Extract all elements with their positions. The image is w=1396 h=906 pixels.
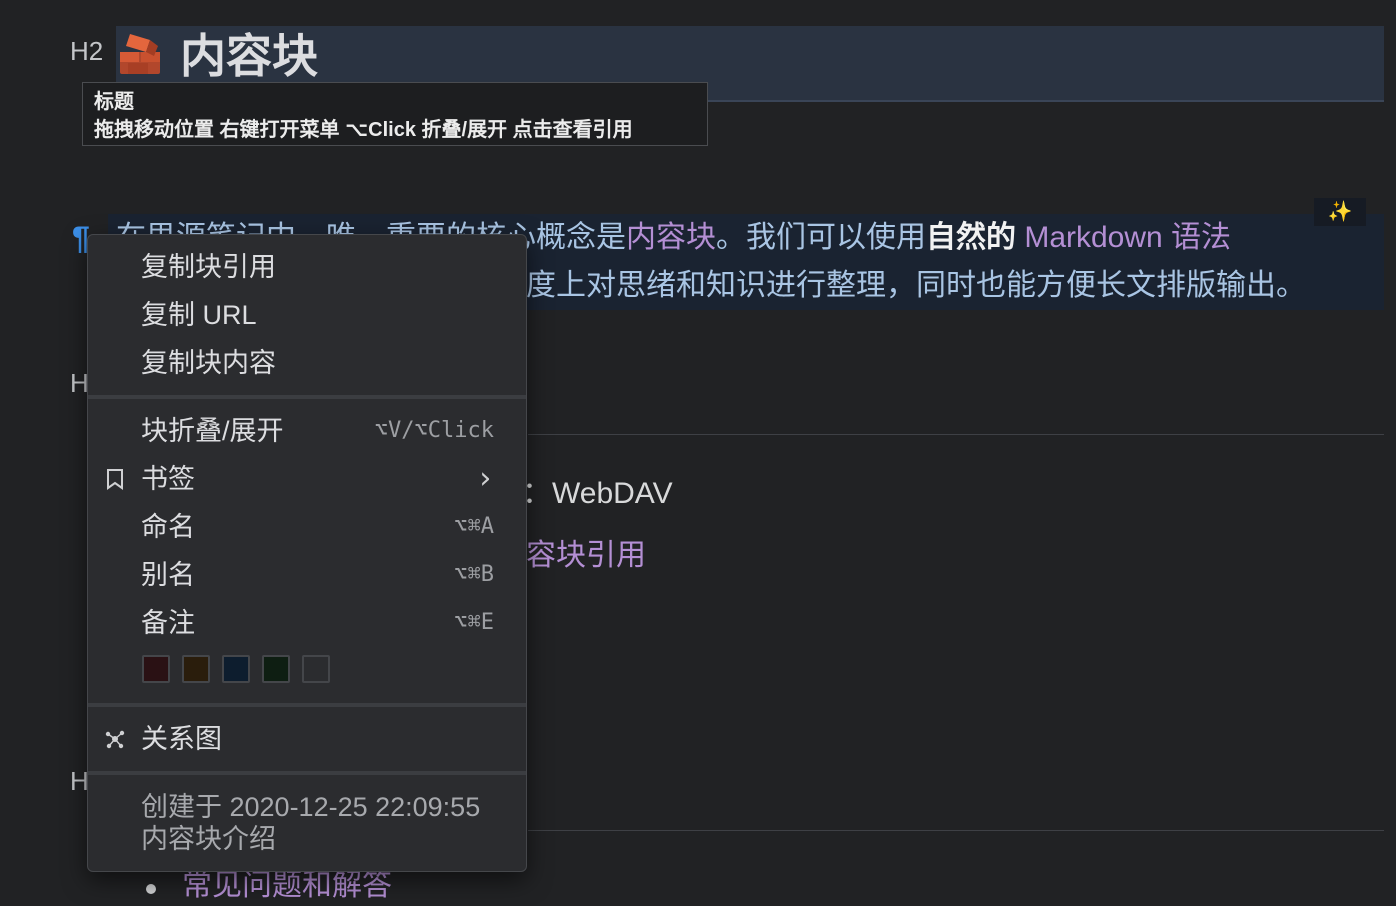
color-swatch-green[interactable] — [262, 655, 290, 683]
heading-marker[interactable]: H — [70, 768, 89, 794]
webdav-text: WebDAV — [552, 477, 673, 510]
menu-item-label: 命名 — [141, 512, 195, 542]
menu-separator — [88, 771, 526, 775]
sparkle-icon[interactable]: ✨ — [1314, 198, 1366, 226]
color-swatch-none[interactable] — [302, 655, 330, 683]
webdav-line: ：WebDAV — [522, 474, 673, 514]
bricks-icon — [120, 34, 160, 74]
page-title: 内容块 — [180, 30, 318, 82]
heading-marker-label: H2 — [70, 36, 104, 66]
menu-item-rename[interactable]: 命名 ⌥⌘A — [88, 503, 526, 551]
block-tooltip: 标题 拖拽移动位置 右键打开菜单 ⌥Click 折叠/展开 点击查看引用 — [82, 82, 708, 146]
heading-divider — [528, 434, 1384, 435]
color-swatch-red[interactable] — [142, 655, 170, 683]
bookmark-icon — [107, 469, 123, 490]
block-context-menu: 复制块引用 复制 URL 复制块内容 块折叠/展开 ⌥V/⌥Click 书签 ›… — [87, 234, 527, 872]
menu-separator — [88, 395, 526, 399]
menu-item-shortcut: ⌥⌘A — [454, 514, 494, 539]
menu-separator — [88, 703, 526, 707]
chevron-right-icon: › — [475, 461, 494, 496]
block-meta-info: 创建于 2020-12-25 22:09:55 内容块介绍 — [141, 791, 480, 855]
menu-item-copy-content[interactable]: 复制块内容 — [88, 339, 526, 387]
menu-item-label: 复制块引用 — [141, 252, 276, 282]
list-bullet[interactable] — [146, 884, 156, 894]
menu-item-shortcut: ⌥⌘B — [454, 562, 494, 587]
heading-divider — [528, 830, 1384, 831]
heading-marker[interactable]: H — [70, 370, 89, 396]
menu-item-graph[interactable]: 关系图 — [88, 715, 526, 763]
graph-icon — [105, 730, 125, 749]
menu-item-alias[interactable]: 别名 ⌥⌘B — [88, 551, 526, 599]
menu-item-label: 关系图 — [141, 724, 222, 754]
menu-item-label: 块折叠/展开 — [141, 416, 284, 446]
menu-item-memo[interactable]: 备注 ⌥⌘E — [88, 599, 526, 647]
paragraph-line-2: 度上对思绪和知识进行整理，同时也能方便长文排版输出。 — [526, 269, 1306, 302]
color-swatch-blue[interactable] — [222, 655, 250, 683]
tooltip-hint: 拖拽移动位置 右键打开菜单 ⌥Click 折叠/展开 点击查看引用 — [94, 119, 633, 141]
color-swatch-orange[interactable] — [182, 655, 210, 683]
bold-text: 自然的 — [926, 221, 1016, 254]
faq-link[interactable]: 常见问题和解答 — [182, 866, 392, 906]
content-block-link[interactable]: 内容块 — [626, 221, 716, 254]
menu-item-label: 复制块内容 — [141, 348, 276, 378]
menu-item-bookmark[interactable]: 书签 › — [88, 455, 526, 503]
markdown-syntax-link[interactable]: Markdown 语法 — [1016, 221, 1231, 254]
menu-item-copy-block-ref[interactable]: 复制块引用 — [88, 243, 526, 291]
block-ref-link[interactable]: 容块引用 — [526, 536, 646, 576]
menu-item-label: 别名 — [141, 560, 195, 590]
menu-item-copy-url[interactable]: 复制 URL — [88, 291, 526, 339]
block-memo-text: 内容块介绍 — [141, 824, 276, 854]
menu-item-shortcut: ⌥V/⌥Click — [374, 418, 494, 443]
created-timestamp: 创建于 2020-12-25 22:09:55 — [141, 792, 481, 822]
menu-item-label: 书签 — [141, 464, 195, 494]
paragraph-text: 。我们可以使用 — [716, 221, 926, 254]
menu-item-shortcut: ⌥⌘E — [454, 610, 494, 635]
tooltip-title: 标题 — [94, 91, 134, 113]
menu-item-fold[interactable]: 块折叠/展开 ⌥V/⌥Click — [88, 407, 526, 455]
menu-item-label: 备注 — [141, 608, 195, 638]
heading-marker[interactable]: H2 — [70, 38, 103, 64]
menu-item-label: 复制 URL — [141, 300, 257, 330]
